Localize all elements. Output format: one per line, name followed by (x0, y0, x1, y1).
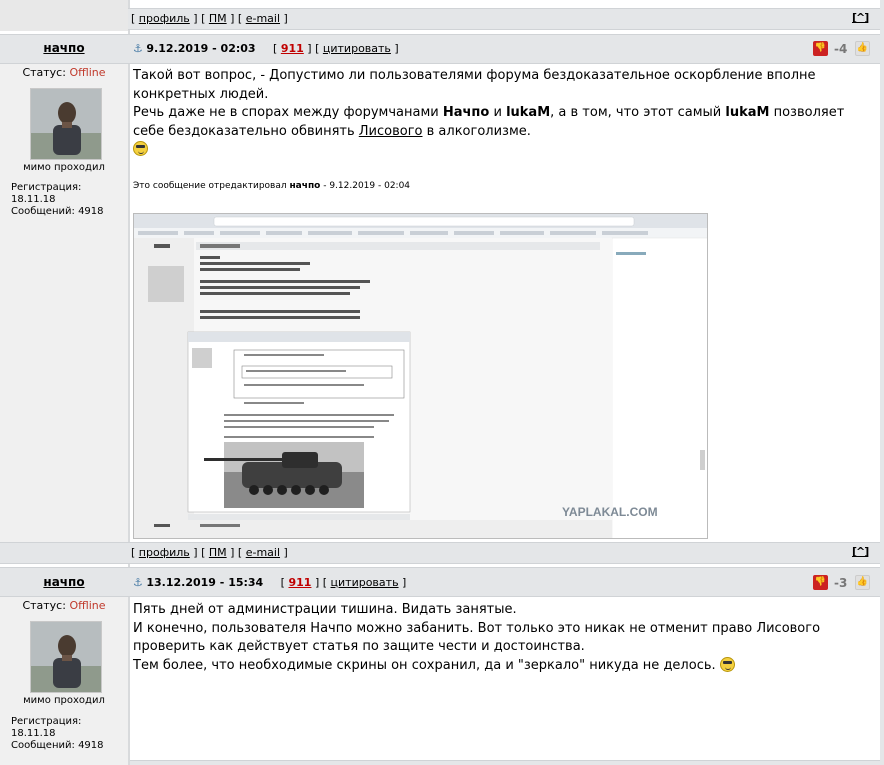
post1-edited-note: Это сообщение отредактировал начпо - 9.1… (133, 181, 411, 191)
anchor-icon[interactable]: ⚓ (133, 576, 143, 589)
scroll-top-button[interactable]: [^] (852, 11, 869, 24)
scroll-top-button[interactable]: [^] (852, 545, 869, 558)
post2-body: Пять дней от администрации тишина. Видат… (133, 601, 873, 675)
post1-rating: -4 (834, 42, 848, 56)
post2-status: Статус: Offline (22, 599, 106, 612)
forum-page: [ профиль ] [ ПМ ] [ e-mail ] [^] начпо … (0, 0, 884, 765)
post1-paragraph1: Такой вот вопрос, - Допустимо ли пользов… (133, 68, 816, 102)
post2-rating: -3 (834, 576, 848, 590)
post1-meta: ⚓ 9.12.2019 - 02:03 [ 911 ] [ цитировать… (133, 42, 399, 55)
post1-date: 9.12.2019 - 02:03 (146, 42, 256, 55)
post1-footer-links: [ профиль ] [ ПМ ] [ e-mail ] (131, 546, 288, 559)
thumbs-up-icon[interactable]: 👍 (855, 575, 870, 590)
post2-quote-link[interactable]: цитировать (331, 576, 399, 589)
post2-date: 13.12.2019 - 15:34 (146, 576, 264, 589)
post2-header-bar (0, 567, 880, 597)
attached-screenshot-image[interactable]: YAPLAKAL.COM (133, 213, 708, 539)
post2-footer-bar (130, 760, 880, 765)
prev-post-links: [ профиль ] [ ПМ ] [ e-mail ] (131, 12, 288, 25)
post1-body: Такой вот вопрос, - Допустимо ли пользов… (133, 67, 873, 160)
avatar[interactable] (30, 621, 102, 693)
avatar[interactable] (30, 88, 102, 160)
cool-smiley-icon (133, 141, 148, 156)
thumbs-up-icon[interactable]: 👍 (855, 41, 870, 56)
post2-line1: Пять дней от администрации тишина. Видат… (133, 602, 517, 617)
cool-smiley-icon (719, 656, 735, 672)
post1-header-bar (0, 34, 880, 64)
offline-badge: Offline (69, 66, 106, 79)
profile-link[interactable]: профиль (139, 12, 190, 25)
prev-post-left-bar (0, 0, 128, 31)
post1-reg-info: Регистрация: 18.11.18 Сообщений: 4918 (11, 182, 104, 217)
post2-user-title: мимо проходил (23, 695, 105, 706)
post1-user-title: мимо проходил (23, 162, 105, 173)
post1-status: Статус: Offline (22, 66, 106, 79)
post2-line3: Тем более, что необходимые скрины он сох… (133, 656, 873, 676)
email-link[interactable]: e-mail (246, 546, 280, 559)
column-divider (128, 0, 130, 765)
watermark-text: YAPLAKAL.COM (562, 505, 658, 519)
post1-quote-link[interactable]: цитировать (323, 42, 391, 55)
post2-author-nick[interactable]: начпо (0, 575, 128, 589)
offline-badge: Offline (69, 599, 106, 612)
thumbs-down-icon[interactable]: 👎 (813, 575, 828, 590)
profile-link[interactable]: профиль (139, 546, 190, 559)
right-border (880, 0, 884, 765)
post1-paragraph2: Речь даже не в спорах между форумчанами … (133, 105, 845, 139)
post1-author-nick[interactable]: начпо (0, 41, 128, 55)
email-link[interactable]: e-mail (246, 12, 280, 25)
post2-reg-info: Регистрация: 18.11.18 Сообщений: 4918 (11, 716, 104, 751)
lisovoy-link[interactable]: Лисового (359, 124, 423, 139)
pm-link[interactable]: ПМ (209, 12, 227, 25)
post2-meta: ⚓ 13.12.2019 - 15:34 [ 911 ] [ цитироват… (133, 576, 407, 589)
anchor-icon[interactable]: ⚓ (133, 42, 143, 55)
pm-link[interactable]: ПМ (209, 546, 227, 559)
post2-number-link[interactable]: 911 (288, 576, 311, 589)
post2-line2: И конечно, пользователя Начпо можно заба… (133, 620, 821, 655)
thumbs-down-icon[interactable]: 👎 (813, 41, 828, 56)
post1-number-link[interactable]: 911 (281, 42, 304, 55)
